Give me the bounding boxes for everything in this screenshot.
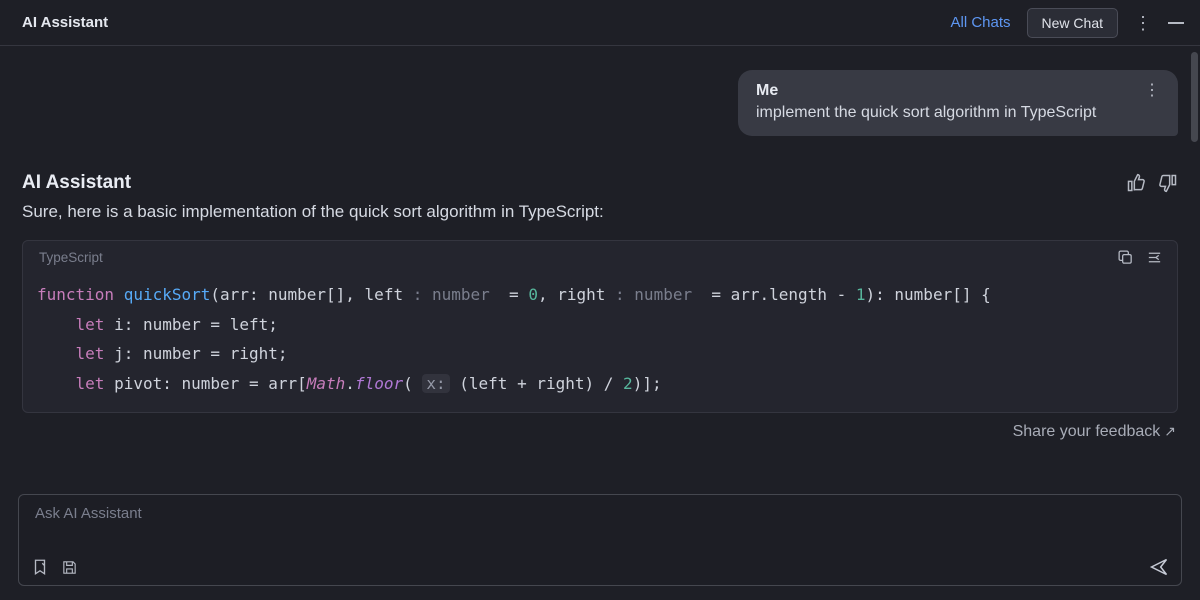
code-param: right [557, 285, 605, 304]
code-language-label: TypeScript [39, 250, 103, 265]
code-expr: arr.length [731, 285, 827, 304]
user-message-more-icon[interactable]: ⋮ [1144, 83, 1160, 99]
app-title: AI Assistant [22, 14, 108, 31]
all-chats-link[interactable]: All Chats [951, 14, 1011, 31]
code-type: number [143, 344, 201, 363]
input-placeholder: Ask AI Assistant [31, 505, 1169, 522]
assistant-header: AI Assistant [22, 172, 1178, 194]
code-body: function quickSort(arr: number[], left :… [23, 274, 1177, 412]
code-type: number [143, 315, 201, 334]
code-keyword: let [76, 315, 105, 334]
copy-icon[interactable] [1117, 249, 1134, 266]
bookmark-icon[interactable] [31, 558, 49, 576]
save-icon[interactable] [61, 558, 78, 576]
feedback-icons [1126, 173, 1178, 193]
assistant-name-label: AI Assistant [22, 172, 131, 194]
code-expr: left [469, 374, 508, 393]
code-method: floor [355, 374, 403, 393]
code-keyword: function [37, 285, 114, 304]
code-inlay-hint: x: [422, 374, 449, 393]
code-number: 1 [856, 285, 866, 304]
code-var: pivot [114, 374, 162, 393]
user-message-text: implement the quick sort algorithm in Ty… [756, 104, 1160, 122]
code-expr: right [230, 344, 278, 363]
code-block: TypeScript function quickSort(arr: numbe… [22, 240, 1178, 413]
thumbs-up-icon[interactable] [1126, 173, 1146, 193]
code-number: 0 [528, 285, 538, 304]
minimize-icon[interactable] [1168, 22, 1184, 24]
code-keyword: let [76, 344, 105, 363]
titlebar-actions: All Chats New Chat ⋮ [951, 8, 1185, 38]
titlebar: AI Assistant All Chats New Chat ⋮ [0, 0, 1200, 46]
code-inlay-hint: : number [413, 285, 490, 304]
code-var: j [114, 344, 124, 363]
more-options-icon[interactable]: ⋮ [1134, 14, 1152, 32]
code-expr: arr [268, 374, 297, 393]
send-icon[interactable] [1149, 557, 1169, 577]
input-toolbar [31, 557, 1169, 577]
share-feedback-text: Share your feedback [1013, 423, 1161, 440]
code-expr: left [230, 315, 269, 334]
code-param: left [365, 285, 404, 304]
code-type: number[] [894, 285, 971, 304]
code-inlay-hint: : number [615, 285, 692, 304]
code-keyword: let [76, 374, 105, 393]
code-class: Math [307, 374, 346, 393]
new-chat-button[interactable]: New Chat [1027, 8, 1118, 38]
assistant-intro-text: Sure, here is a basic implementation of … [22, 202, 1178, 222]
code-function-name: quickSort [124, 285, 211, 304]
scrollbar-thumb[interactable] [1191, 52, 1198, 142]
code-block-header: TypeScript [23, 241, 1177, 274]
chat-area: Me ⋮ implement the quick sort algorithm … [0, 46, 1200, 484]
user-name-label: Me [756, 82, 778, 100]
code-var: i [114, 315, 124, 334]
input-left-actions [31, 558, 78, 576]
external-link-icon: ↗ [1164, 423, 1176, 439]
share-feedback-link[interactable]: Share your feedback↗ [22, 423, 1178, 441]
code-type: number[] [268, 285, 345, 304]
code-param: arr [220, 285, 249, 304]
code-type: number [182, 374, 240, 393]
code-expr: right [536, 374, 584, 393]
code-block-actions [1117, 249, 1163, 266]
user-message: Me ⋮ implement the quick sort algorithm … [738, 70, 1178, 136]
code-number: 2 [623, 374, 633, 393]
insert-code-icon[interactable] [1146, 249, 1163, 266]
input-area[interactable]: Ask AI Assistant [18, 494, 1182, 586]
user-message-header: Me ⋮ [756, 82, 1160, 100]
thumbs-down-icon[interactable] [1158, 173, 1178, 193]
